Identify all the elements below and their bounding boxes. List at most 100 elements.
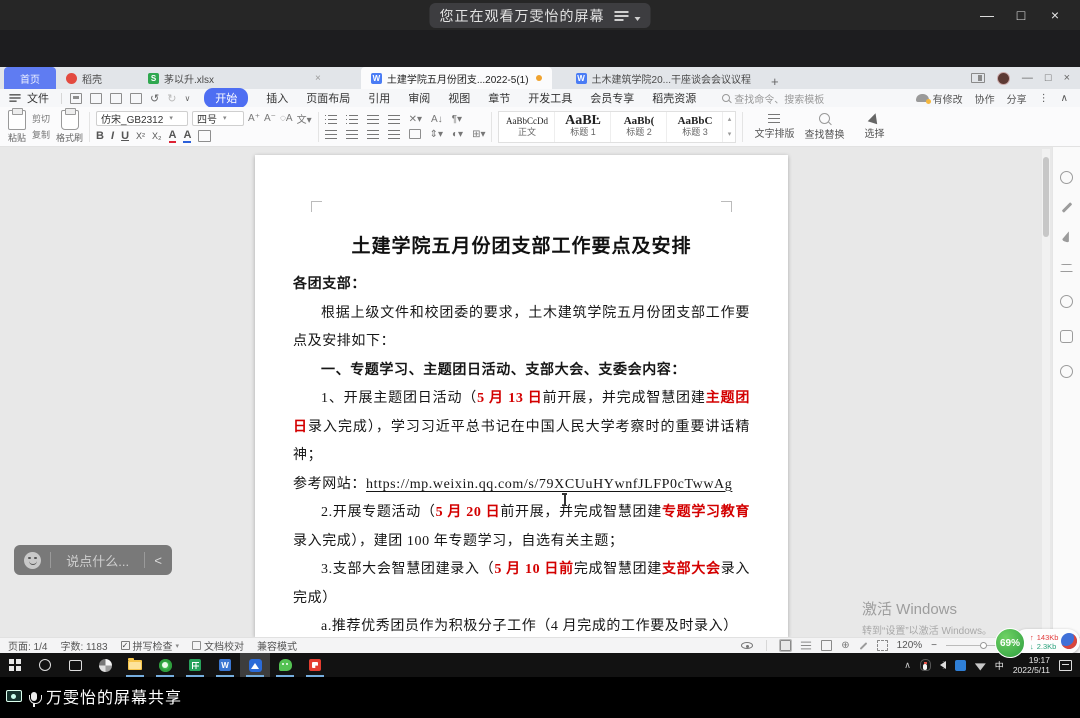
- menu-review[interactable]: 审阅: [408, 90, 430, 106]
- typeset-tool[interactable]: 文字排版: [749, 114, 799, 140]
- align-center-icon[interactable]: [346, 130, 358, 139]
- start-button[interactable]: [0, 653, 30, 677]
- more-menu-icon[interactable]: ⋮: [1039, 93, 1049, 104]
- highlight-button[interactable]: A: [169, 129, 177, 143]
- wechat-app[interactable]: [270, 653, 300, 677]
- booster-icon[interactable]: [1061, 633, 1077, 649]
- zoom-slider-handle[interactable]: [980, 642, 987, 649]
- format-painter-icon[interactable]: [61, 110, 79, 130]
- font-size-select[interactable]: 四号▾: [192, 111, 244, 126]
- memory-ball[interactable]: 69%: [995, 628, 1025, 658]
- styles-up-icon[interactable]: ▴: [728, 115, 732, 123]
- format-painter-button[interactable]: 格式刷: [56, 131, 83, 144]
- menu-page-layout[interactable]: 页面布局: [306, 90, 350, 106]
- shrink-font-icon[interactable]: A⁻: [264, 113, 276, 124]
- red-app[interactable]: [300, 653, 330, 677]
- text-tools-icon[interactable]: 文▾: [297, 111, 312, 126]
- tab-docer[interactable]: 稻壳: [56, 67, 112, 89]
- align-right-icon[interactable]: [367, 130, 379, 139]
- numbered-list-icon[interactable]: [346, 115, 358, 124]
- menu-member[interactable]: 会员专享: [590, 90, 634, 106]
- underline-button[interactable]: U: [121, 130, 129, 142]
- paste-button[interactable]: 粘贴: [8, 131, 26, 144]
- task-view-button[interactable]: [60, 653, 90, 677]
- bold-button[interactable]: B: [96, 130, 104, 142]
- pointer-icon[interactable]: [1061, 230, 1072, 243]
- annotate-pen-icon[interactable]: [1061, 202, 1072, 213]
- file-explorer[interactable]: [120, 653, 150, 677]
- emoji-icon[interactable]: [24, 552, 41, 569]
- sort-icon[interactable]: A↓: [431, 114, 443, 125]
- fit-page-icon[interactable]: [877, 640, 888, 651]
- new-tab-button[interactable]: +: [761, 74, 789, 89]
- wps-restore-button[interactable]: □: [1045, 72, 1052, 84]
- menu-dev-tools[interactable]: 开发工具: [528, 90, 572, 106]
- menu-insert[interactable]: 插入: [266, 90, 288, 106]
- zoom-out-button[interactable]: −: [931, 640, 937, 651]
- ime-indicator[interactable]: 中: [995, 659, 1004, 672]
- clock[interactable]: 19:17 2022/5/11: [1013, 655, 1050, 675]
- page-view-icon[interactable]: [780, 640, 791, 651]
- copy-button[interactable]: 复制: [32, 128, 50, 141]
- save-icon[interactable]: [70, 93, 82, 104]
- main-menu-icon[interactable]: [9, 94, 20, 102]
- char-border-icon[interactable]: [198, 130, 211, 142]
- style-normal[interactable]: AaBbCcDd 正文: [499, 112, 555, 142]
- font-color-button[interactable]: A: [183, 129, 191, 143]
- adjust-icon[interactable]: [1060, 264, 1073, 273]
- style-heading1[interactable]: AaBĿ 标题 1: [555, 112, 611, 142]
- bullet-list-icon[interactable]: [325, 115, 337, 124]
- select-tool[interactable]: 选择: [849, 113, 899, 140]
- action-center-icon[interactable]: [1059, 660, 1072, 671]
- decrease-indent-icon[interactable]: [367, 115, 379, 124]
- tab-doc-active[interactable]: W 土建学院五月份团支...2022-5(1): [361, 67, 552, 89]
- screenshot-icon[interactable]: [1060, 330, 1073, 343]
- shading-icon[interactable]: ◐▾: [452, 129, 463, 140]
- minimize-button[interactable]: —: [970, 0, 1004, 30]
- share-button[interactable]: 分享: [1007, 91, 1027, 106]
- menu-home[interactable]: 开始: [204, 88, 248, 108]
- command-search[interactable]: 查找命令、搜索模板: [722, 91, 824, 106]
- asian-layout-icon[interactable]: ✕▾: [409, 114, 422, 125]
- close-button[interactable]: ×: [1038, 0, 1072, 30]
- scrollbar-thumb[interactable]: [1043, 157, 1049, 237]
- browser-app[interactable]: [150, 653, 180, 677]
- wps-close-button[interactable]: ×: [1064, 72, 1070, 84]
- italic-button[interactable]: I: [111, 130, 114, 142]
- tab-close-icon[interactable]: ×: [315, 73, 321, 84]
- help-icon[interactable]: [1060, 295, 1073, 308]
- styles-down-icon[interactable]: ▾: [728, 130, 732, 138]
- font-name-select[interactable]: 仿宋_GB2312▾: [96, 111, 188, 126]
- print-icon[interactable]: [110, 93, 122, 104]
- distribute-icon[interactable]: [409, 129, 421, 139]
- justify-icon[interactable]: [388, 130, 400, 139]
- spreadsheet-app[interactable]: [180, 653, 210, 677]
- menu-references[interactable]: 引用: [368, 90, 390, 106]
- vertical-scrollbar[interactable]: [1042, 149, 1050, 635]
- pinwheel-app[interactable]: [90, 653, 120, 677]
- preview-icon[interactable]: [130, 93, 142, 104]
- eye-protect-icon[interactable]: [741, 642, 753, 649]
- style-heading3[interactable]: AaBbC 标题 3: [667, 112, 723, 142]
- grow-font-icon[interactable]: A⁺: [248, 113, 260, 124]
- clear-format-icon[interactable]: ◌A: [280, 113, 293, 124]
- banner-menu-icon[interactable]: [615, 11, 629, 21]
- menu-section[interactable]: 章节: [488, 90, 510, 106]
- location-icon[interactable]: [1060, 365, 1073, 378]
- subscript-button[interactable]: X₂: [152, 131, 162, 141]
- tray-expand-icon[interactable]: ∧: [904, 660, 911, 671]
- chat-collapse-button[interactable]: <: [154, 553, 162, 568]
- more-commands-icon[interactable]: ∨: [184, 94, 190, 103]
- chat-input[interactable]: 说点什么...: [60, 551, 135, 570]
- volume-icon[interactable]: [940, 661, 946, 669]
- spell-check-toggle[interactable]: ✓ 拼写检查 ▾: [121, 638, 180, 653]
- style-heading2[interactable]: AaBb( 标题 2: [611, 112, 667, 142]
- zoom-level[interactable]: 120%: [897, 640, 923, 651]
- chat-overlay[interactable]: 说点什么... <: [14, 545, 172, 575]
- redo-icon[interactable]: ↻: [167, 92, 176, 105]
- collapse-ribbon-icon[interactable]: ∧: [1061, 93, 1068, 104]
- account-avatar[interactable]: [997, 72, 1010, 85]
- network-icon[interactable]: [975, 660, 986, 671]
- document-page[interactable]: 土建学院五月份团支部工作要点及安排 各团支部：根据上级文件和校团委的要求，土木建…: [255, 155, 788, 637]
- paste-icon[interactable]: [8, 110, 26, 130]
